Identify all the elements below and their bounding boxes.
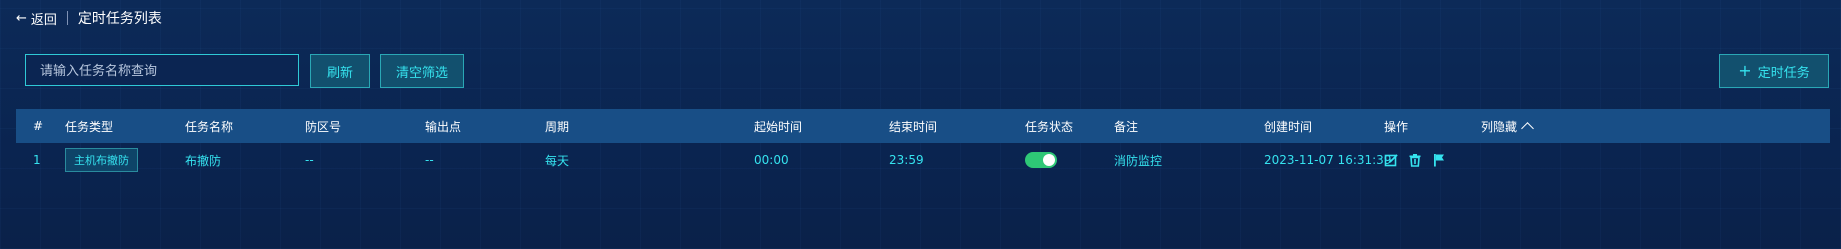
column-header-period: 周期 (545, 119, 570, 134)
cell-end-time: 23:59 (889, 153, 924, 167)
header-divider (66, 11, 68, 25)
cell-type: 主机布撤防 (65, 143, 138, 177)
cell-zone: -- (305, 153, 314, 167)
clear-filter-button[interactable]: 清空筛选 (380, 54, 464, 88)
cell-ops (1384, 143, 1446, 177)
back-label: 返回 (30, 12, 57, 28)
column-header-status: 任务状态 (1025, 119, 1074, 134)
cell-name: 布撤防 (185, 153, 222, 168)
plus-icon: + (1738, 61, 1752, 80)
column-header-zone: 防区号 (305, 119, 342, 134)
page-title: 定时任务列表 (77, 11, 162, 27)
back-button[interactable]: ← 返回 (16, 9, 57, 28)
column-header-end-time: 结束时间 (889, 119, 938, 134)
column-header-output: 输出点 (425, 119, 462, 134)
column-header-ops: 操作 (1384, 119, 1409, 134)
column-header-created-time: 创建时间 (1264, 119, 1313, 134)
chevron-up-icon (1521, 121, 1534, 135)
flag-icon[interactable] (1432, 153, 1446, 167)
cell-start-time: 00:00 (754, 153, 789, 167)
refresh-button[interactable]: 刷新 (310, 54, 370, 88)
cell-index: 1 (33, 153, 41, 167)
add-scheduled-task-button[interactable]: + 定时任务 (1719, 54, 1829, 88)
table-row: 1 主机布撤防 布撤防 -- -- 每天 00:00 23:59 消防监控 20… (16, 143, 1830, 177)
column-header-start-time: 起始时间 (754, 119, 803, 134)
task-status-toggle[interactable] (1025, 152, 1057, 168)
toolbar: 刷新 清空筛选 + 定时任务 (0, 54, 1841, 88)
arrow-left-icon: ← (16, 10, 27, 26)
task-type-tag: 主机布撤防 (65, 148, 138, 172)
column-hide-label: 列隐藏 (1481, 119, 1518, 134)
column-header-remark: 备注 (1114, 119, 1139, 134)
column-header-index: # (33, 119, 44, 133)
cell-output: -- (425, 153, 434, 167)
column-header-name: 任务名称 (185, 119, 234, 134)
task-table: # 任务类型 任务名称 防区号 输出点 周期 起始时间 结束时间 任务状态 备注… (16, 109, 1830, 177)
add-button-label: 定时任务 (1757, 65, 1810, 81)
cell-period: 每天 (545, 153, 570, 168)
top-bar: ← 返回 定时任务列表 (0, 0, 1841, 36)
cell-remark: 消防监控 (1114, 153, 1163, 168)
column-header-type: 任务类型 (65, 119, 114, 134)
column-hide-toggle[interactable]: 列隐藏 (1481, 109, 1534, 143)
toggle-knob (1043, 154, 1055, 166)
task-name-search-input[interactable] (25, 54, 299, 86)
table-header: # 任务类型 任务名称 防区号 输出点 周期 起始时间 结束时间 任务状态 备注… (16, 109, 1830, 143)
page: ← 返回 定时任务列表 刷新 清空筛选 + 定时任务 # 任务类型 任务名称 防… (0, 0, 1841, 249)
cell-created-time: 2023-11-07 16:31:39 (1264, 153, 1392, 167)
cell-status (1025, 143, 1057, 177)
edit-icon[interactable] (1384, 153, 1398, 167)
delete-icon[interactable] (1408, 153, 1422, 167)
